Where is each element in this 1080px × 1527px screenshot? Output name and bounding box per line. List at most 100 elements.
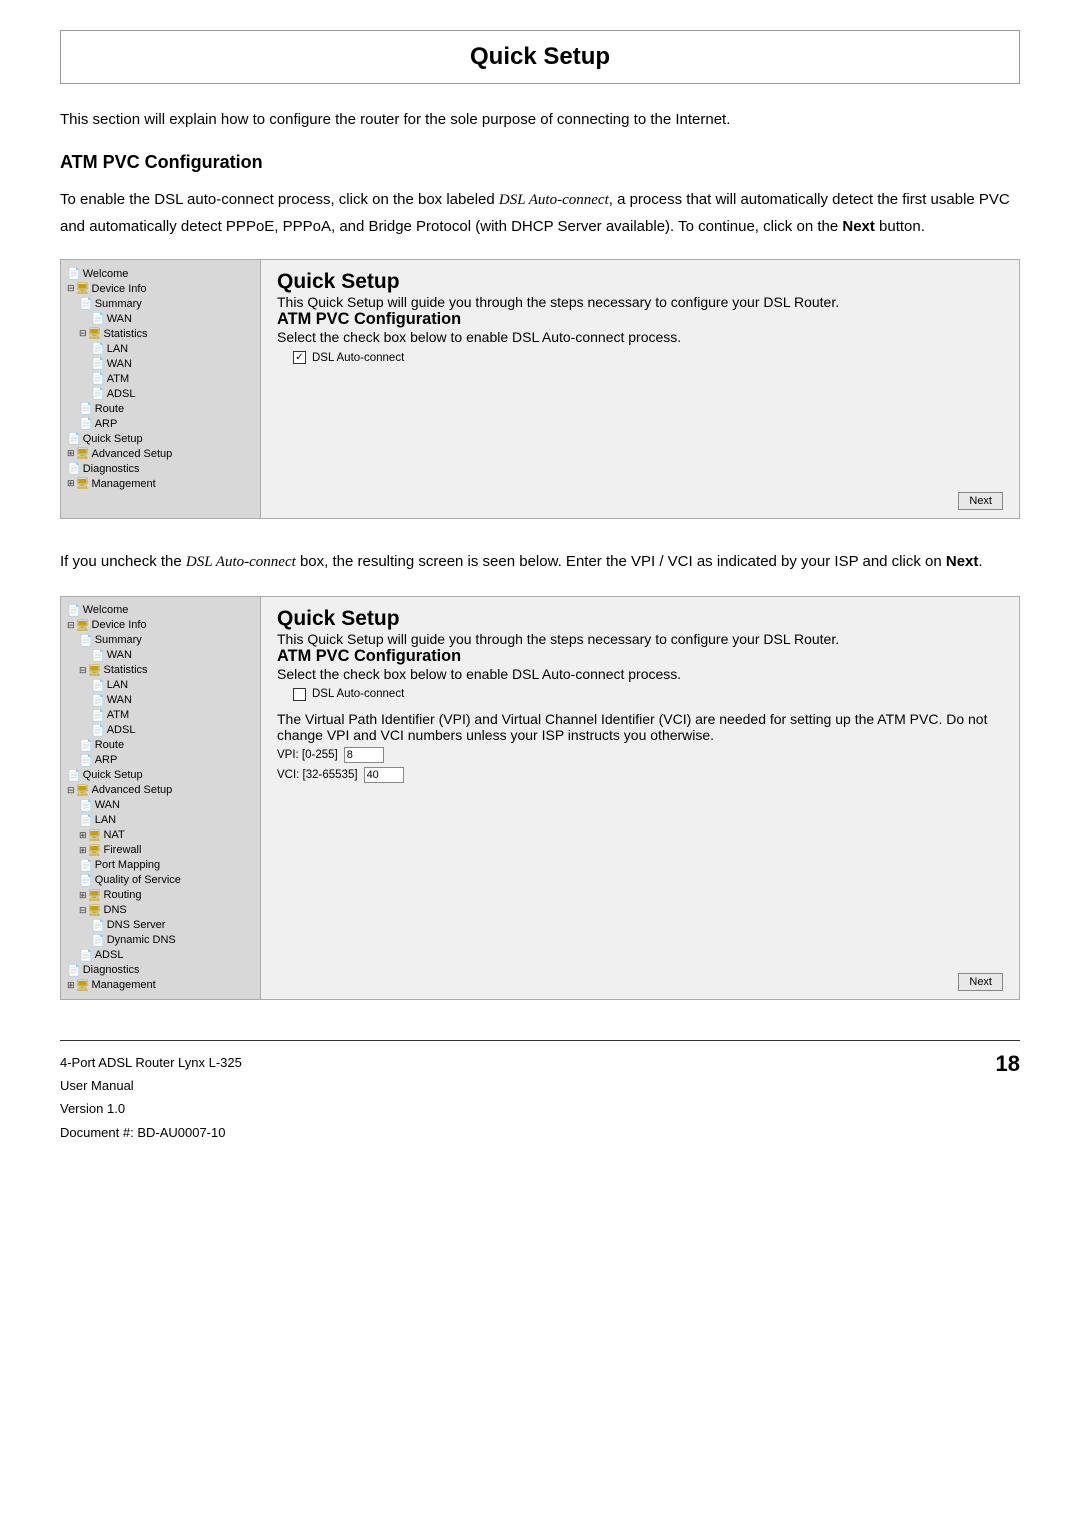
panel1-next-button[interactable]: Next (958, 492, 1003, 510)
sidebar-item[interactable]: ⊟🖥Advanced Setup (65, 783, 256, 798)
sidebar-item[interactable]: 📄LAN (65, 813, 256, 828)
page-icon: 📄 (91, 342, 105, 355)
expand-icon: ⊞ (67, 478, 75, 489)
page-icon: 📄 (91, 694, 105, 707)
sidebar-item[interactable]: 📄WAN (65, 311, 256, 326)
page-icon: 📄 (67, 964, 81, 977)
panel2-vpi-row: VPI: [0-255] (277, 747, 1003, 763)
page-icon: 📄 (79, 297, 93, 310)
page-title: Quick Setup (81, 43, 999, 71)
sidebar-item[interactable]: 📄Route (65, 401, 256, 416)
sidebar-item[interactable]: 📄ATM (65, 371, 256, 386)
page-icon: 📄 (79, 859, 93, 872)
sidebar-item[interactable]: ⊟🖥DNS (65, 903, 256, 918)
panel1-description: This Quick Setup will guide you through … (277, 294, 1003, 310)
sidebar-item[interactable]: 📄LAN (65, 341, 256, 356)
sidebar-item[interactable]: ⊞🖥Firewall (65, 843, 256, 858)
sidebar-item[interactable]: 📄ATM (65, 708, 256, 723)
sidebar-item[interactable]: ⊟🖥Statistics (65, 663, 256, 678)
folder-icon: 🖥 (88, 327, 102, 340)
sidebar-label: Quality of Service (95, 874, 181, 886)
footer-version: Version 1.0 (60, 1097, 242, 1120)
sidebar-item[interactable]: ⊞🖥Management (65, 476, 256, 491)
panel2-vpi-input[interactable] (344, 747, 384, 763)
sidebar-item[interactable]: ⊟🖥Statistics (65, 326, 256, 341)
body2-prefix: If you uncheck the (60, 553, 186, 570)
sidebar-label: WAN (107, 649, 132, 661)
sidebar-item[interactable]: 📄LAN (65, 678, 256, 693)
sidebar-item[interactable]: 📄Welcome (65, 266, 256, 281)
sidebar-item[interactable]: 📄WAN (65, 356, 256, 371)
panel2-checkbox-row[interactable]: DSL Auto-connect (293, 688, 1003, 701)
page-icon: 📄 (79, 949, 93, 962)
panel2-next-button[interactable]: Next (958, 973, 1003, 991)
sidebar-item[interactable]: 📄ADSL (65, 948, 256, 963)
folder-icon: 🖥 (76, 784, 90, 797)
sidebar-item[interactable]: 📄Port Mapping (65, 858, 256, 873)
panel1-checkbox-row[interactable]: ✓ DSL Auto-connect (293, 351, 1003, 364)
expand-icon: ⊞ (67, 980, 75, 991)
sidebar-item[interactable]: 📄Welcome (65, 603, 256, 618)
sidebar-item[interactable]: 📄WAN (65, 648, 256, 663)
sidebar-item[interactable]: ⊞🖥Management (65, 978, 256, 993)
sidebar-item[interactable]: 📄Quick Setup (65, 431, 256, 446)
sidebar-item[interactable]: 📄Diagnostics (65, 461, 256, 476)
sidebar-label: NAT (104, 829, 125, 841)
expand-icon: ⊟ (79, 328, 87, 339)
panel1-btn-area: Next (261, 476, 1019, 518)
sidebar-item[interactable]: 📄Quick Setup (65, 768, 256, 783)
body2-bold: Next (946, 553, 979, 570)
panel1-checkbox[interactable]: ✓ (293, 351, 306, 364)
panel2-vci-input[interactable] (364, 767, 404, 783)
sidebar-label: WAN (107, 358, 132, 370)
sidebar-label: Advanced Setup (92, 448, 173, 460)
panel2-checkbox[interactable] (293, 688, 306, 701)
sidebar-label: Statistics (104, 664, 148, 676)
sidebar-item[interactable]: 📄ADSL (65, 386, 256, 401)
sidebar-item[interactable]: ⊟🖥Device Info (65, 618, 256, 633)
footer-product: 4-Port ADSL Router Lynx L-325 (60, 1051, 242, 1074)
page-icon: 📄 (67, 267, 81, 280)
page-icon: 📄 (79, 739, 93, 752)
intro-paragraph: This section will explain how to configu… (60, 108, 1020, 132)
sidebar-item[interactable]: 📄WAN (65, 798, 256, 813)
body1-bold: Next (842, 218, 875, 235)
panel2-content-wrapper: Quick Setup This Quick Setup will guide … (261, 597, 1019, 999)
sidebar-item[interactable]: 📄Summary (65, 633, 256, 648)
page-icon: 📄 (79, 799, 93, 812)
sidebar-item[interactable]: 📄ARP (65, 416, 256, 431)
panel2-atm-heading: ATM PVC Configuration (277, 647, 1003, 666)
sidebar-item[interactable]: ⊞🖥Routing (65, 888, 256, 903)
sidebar-item[interactable]: 📄ADSL (65, 723, 256, 738)
sidebar-label: Route (95, 403, 124, 415)
folder-icon: 🖥 (88, 664, 102, 677)
sidebar-item[interactable]: ⊟🖥Device Info (65, 281, 256, 296)
sidebar-item[interactable]: 📄Dynamic DNS (65, 933, 256, 948)
sidebar-item[interactable]: 📄WAN (65, 693, 256, 708)
page-icon: 📄 (67, 769, 81, 782)
sidebar-item[interactable]: ⊞🖥Advanced Setup (65, 446, 256, 461)
expand-icon: ⊞ (79, 845, 87, 856)
sidebar-item[interactable]: 📄ARP (65, 753, 256, 768)
sidebar-label: Welcome (83, 268, 129, 280)
sidebar-label: Diagnostics (83, 463, 140, 475)
sidebar-item[interactable]: 📄Summary (65, 296, 256, 311)
body1-term: DSL Auto-connect (499, 192, 609, 208)
sidebar-label: ATM (107, 709, 129, 721)
sidebar-item[interactable]: 📄Diagnostics (65, 963, 256, 978)
footer-left: 4-Port ADSL Router Lynx L-325 User Manua… (60, 1051, 242, 1145)
folder-icon: 🖥 (76, 477, 90, 490)
page-icon: 📄 (79, 634, 93, 647)
sidebar-label: Route (95, 739, 124, 751)
sidebar-item[interactable]: ⊞🖥NAT (65, 828, 256, 843)
sidebar-label: Dynamic DNS (107, 934, 176, 946)
sidebar-label: ADSL (107, 724, 136, 736)
page-icon: 📄 (79, 402, 93, 415)
sidebar-item[interactable]: 📄Route (65, 738, 256, 753)
sidebar-label: Port Mapping (95, 859, 160, 871)
sidebar-label: LAN (107, 679, 128, 691)
expand-icon: ⊞ (67, 448, 75, 459)
sidebar-item[interactable]: 📄Quality of Service (65, 873, 256, 888)
page-icon: 📄 (91, 387, 105, 400)
sidebar-item[interactable]: 📄DNS Server (65, 918, 256, 933)
